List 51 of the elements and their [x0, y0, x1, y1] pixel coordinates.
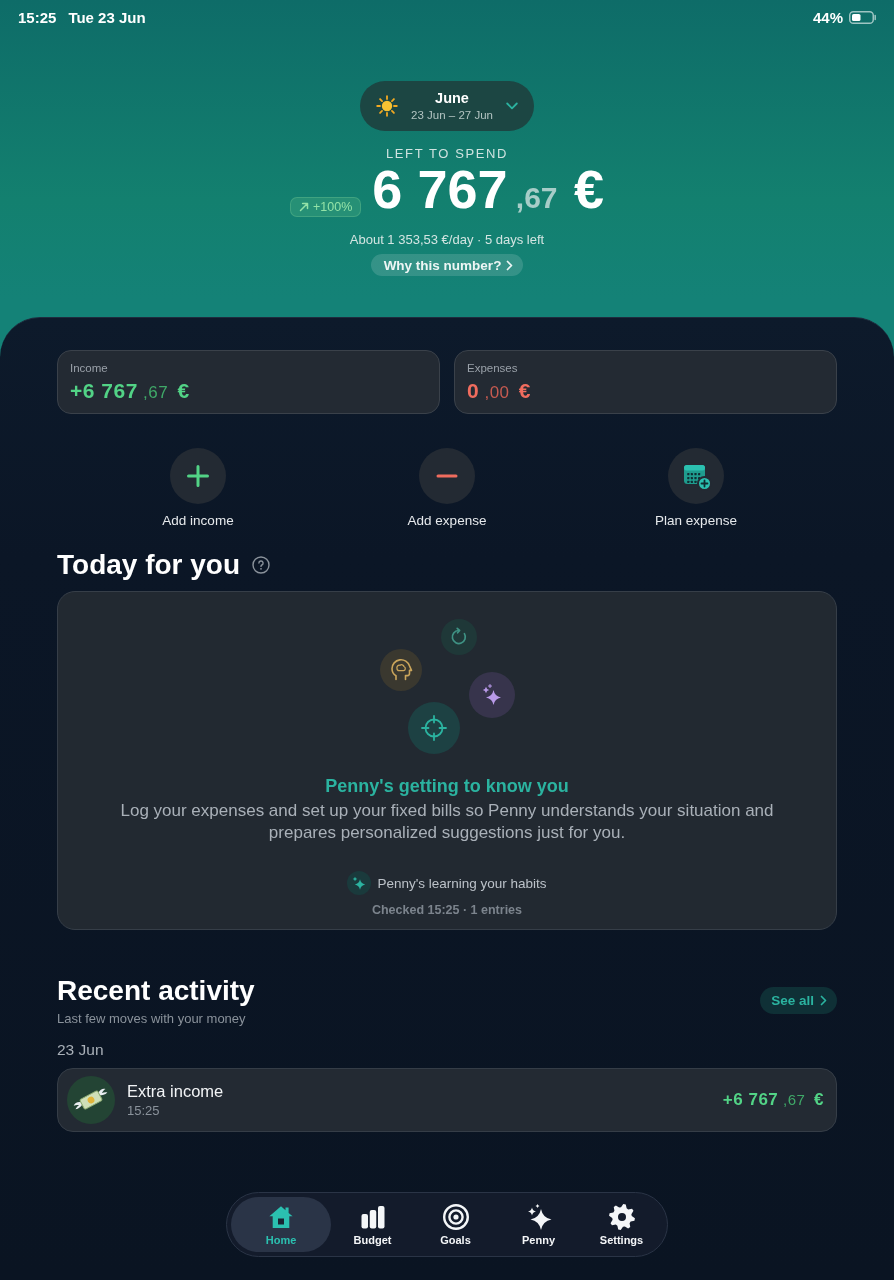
battery-percent: 44% [812, 8, 843, 26]
see-all-button[interactable]: See all [760, 987, 837, 1014]
calendar-plus-icon [668, 448, 724, 504]
section-title: Recent activity [57, 974, 255, 1008]
card-label: Income [70, 361, 108, 375]
change-percent: +100% [313, 200, 353, 214]
tab-item[interactable]: Home [231, 1197, 331, 1252]
quick-action-button[interactable]: Add expense [407, 448, 487, 530]
crosshair-icon [407, 702, 460, 754]
balance-amount: 6 767,67 € [372, 159, 604, 221]
section-title: Today for you [57, 548, 241, 582]
quick-action-button[interactable]: Add income [162, 448, 234, 530]
insight-message: Log your expenses and set up your fixed bills so Penny understands your situation and prepares personalized suggestions just for you. [119, 800, 775, 844]
last-checked: Checked 15:25 · 1 entries [371, 902, 523, 918]
chevron-down-icon [506, 102, 518, 110]
card-label: Expenses [467, 361, 518, 375]
tab-item[interactable]: Budget [331, 1197, 414, 1252]
left-to-spend-label: LEFT TO SPEND [386, 146, 508, 162]
minus-icon [419, 448, 475, 504]
chevron-right-icon [506, 259, 514, 271]
refresh-icon [440, 619, 477, 655]
money-wings-icon [67, 1076, 115, 1124]
date-heading: 23 Jun [57, 1040, 104, 1060]
target-icon [441, 1202, 470, 1231]
status-time: 15:25 [18, 8, 57, 26]
tab-item[interactable]: Settings [580, 1197, 663, 1252]
chevron-right-icon [820, 995, 827, 1006]
tab-item[interactable]: Goals [414, 1197, 497, 1252]
help-icon[interactable] [252, 556, 271, 574]
learning-status: Penny's learning your habits [377, 875, 547, 891]
quick-action-button[interactable]: Plan expense [655, 448, 737, 530]
tab-item[interactable]: Penny [497, 1197, 580, 1252]
brain-head-icon [379, 649, 422, 691]
activity-row[interactable]: Extra income 15:25 +6 767 ,67 € [57, 1068, 837, 1132]
card-amount: +6 767 ,67 € [70, 379, 190, 404]
battery-icon [849, 10, 876, 24]
trend-up-arrow-icon [299, 202, 310, 212]
plus-icon [170, 448, 226, 504]
entry-amount: +6 767 ,67 € [722, 1090, 824, 1110]
daily-allowance: About 1 353,53 €/day · 5 days left [349, 231, 545, 248]
sun-icon [376, 95, 398, 117]
sparkle-icon [347, 871, 372, 895]
insight-heading: Penny's getting to know you [325, 775, 569, 797]
status-date: Tue 23 Jun [68, 8, 146, 26]
card-amount: 0 ,00 € [467, 379, 531, 404]
entry-time: 15:25 [127, 1103, 160, 1119]
period-selector[interactable]: June 23 Jun – 27 Jun [360, 81, 534, 131]
section-subtitle: Last few moves with your money [57, 1011, 246, 1027]
settings-icon [607, 1202, 636, 1231]
entry-title: Extra income [127, 1081, 224, 1101]
sparkle-icon [468, 672, 515, 718]
